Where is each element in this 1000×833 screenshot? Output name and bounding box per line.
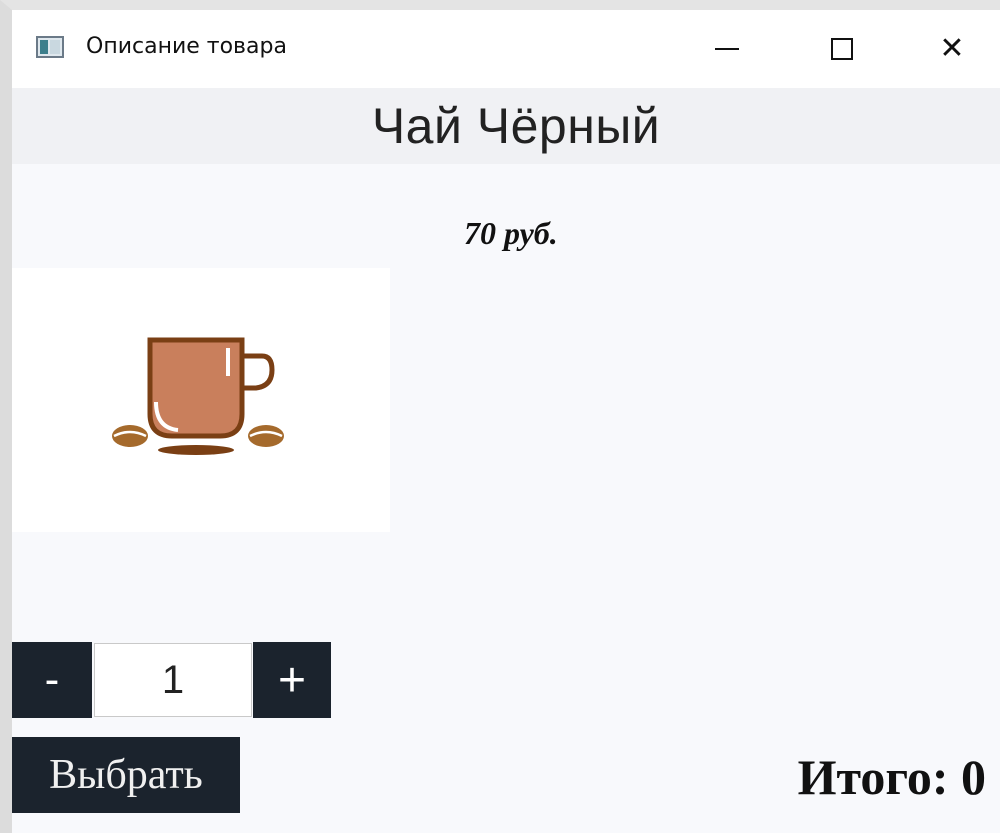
minimize-button[interactable] <box>672 10 782 88</box>
product-image <box>12 268 390 532</box>
quantity-stepper: - 1 + <box>12 642 332 718</box>
window-title: Описание товара <box>86 34 287 59</box>
maximize-icon <box>831 38 853 60</box>
minimize-icon <box>715 48 739 50</box>
app-window: Описание товара ✕ Чай Чёрный 70 руб. - 1… <box>0 0 1000 833</box>
app-window-icon <box>36 36 64 58</box>
select-button[interactable]: Выбрать <box>12 737 240 813</box>
tea-cup-icon <box>112 337 284 455</box>
title-bar: Описание товара ✕ <box>12 10 1000 88</box>
product-title: Чай Чёрный <box>371 98 661 154</box>
maximize-button[interactable] <box>787 10 897 88</box>
increase-button[interactable]: + <box>253 642 331 718</box>
product-price: 70 руб. <box>464 215 558 251</box>
close-icon: ✕ <box>939 31 965 66</box>
quantity-field[interactable]: 1 <box>94 643 252 717</box>
close-button[interactable]: ✕ <box>897 10 1000 88</box>
total-label: Итого: 0 <box>797 749 986 805</box>
product-header: Чай Чёрный <box>12 88 1000 164</box>
decrease-button[interactable]: - <box>12 642 92 718</box>
